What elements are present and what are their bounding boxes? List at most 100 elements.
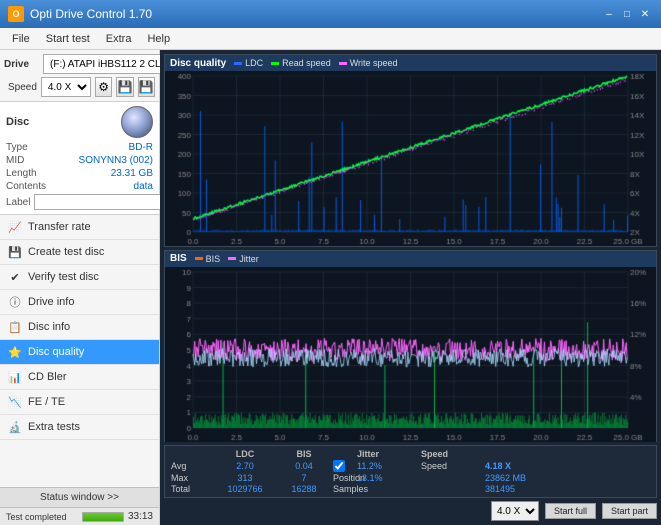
- stats-max-bis: 7: [279, 473, 329, 483]
- nav-verify-test-disc[interactable]: ✔ Verify test disc: [0, 265, 159, 290]
- stats-max-ldc: 313: [215, 473, 275, 483]
- upper-chart-header: Disc quality LDC Read speed Write speed: [165, 55, 656, 71]
- stats-total-label: Total: [171, 484, 211, 494]
- nav-drive-info[interactable]: ⓘ Drive info: [0, 290, 159, 315]
- nav-cd-bler-label: CD Bler: [28, 371, 67, 383]
- drive-icon-btn2[interactable]: 💾: [116, 77, 133, 97]
- menu-extra[interactable]: Extra: [98, 31, 140, 47]
- stats-speed-header: Speed: [421, 449, 481, 459]
- nav-disc-info[interactable]: 📋 Disc info: [0, 315, 159, 340]
- speed-label: Speed: [8, 82, 37, 93]
- write-speed-legend-label: Write speed: [350, 58, 398, 68]
- nav-create-test-disc-label: Create test disc: [28, 246, 104, 258]
- stats-speed-label: Speed: [421, 461, 481, 471]
- app-title: Opti Drive Control 1.70: [30, 7, 152, 21]
- minimize-button[interactable]: –: [601, 6, 617, 22]
- left-panel: Drive (F:) ATAPI iHBS112 2 CL0K ▲ Speed …: [0, 50, 160, 525]
- titlebar: O Opti Drive Control 1.70 – □ ✕: [0, 0, 661, 28]
- nav-transfer-rate-label: Transfer rate: [28, 221, 91, 233]
- create-test-disc-icon: 💾: [8, 245, 22, 259]
- disc-info-icon: 📋: [8, 320, 22, 334]
- jitter-legend-dot: [228, 257, 236, 260]
- bis-legend: BIS: [195, 254, 221, 264]
- write-speed-legend-dot: [339, 62, 347, 65]
- lower-chart-header: BIS BIS Jitter: [165, 251, 656, 267]
- bis-legend-label: BIS: [206, 254, 221, 264]
- lower-chart-canvas: [165, 267, 656, 442]
- stats-samples-label: Samples: [333, 484, 353, 494]
- fe-te-icon: 📉: [8, 395, 22, 409]
- drive-icon-btn1[interactable]: ⚙: [95, 77, 112, 97]
- status-window-btn[interactable]: Status window >>: [0, 487, 159, 507]
- jitter-checkbox[interactable]: [333, 460, 345, 472]
- stats-avg-ldc: 2.70: [215, 461, 275, 471]
- status-bottom: Test completed 33:13: [0, 507, 159, 525]
- stats-section: LDC BIS Jitter Speed Avg 2.70 0.04 11.2%…: [164, 445, 657, 498]
- nav-disc-quality[interactable]: ⭐ Disc quality: [0, 340, 159, 365]
- read-speed-legend: Read speed: [271, 58, 331, 68]
- menu-start-test[interactable]: Start test: [38, 31, 98, 47]
- disc-panel: Disc Type BD-R MID SONYNN3 (002) Length …: [0, 102, 159, 215]
- stats-avg-label: Avg: [171, 461, 211, 471]
- mid-key: MID: [6, 155, 24, 166]
- stats-speed-val: 4.18 X: [485, 461, 565, 471]
- progress-bar-outer: [82, 512, 124, 522]
- menubar: File Start test Extra Help: [0, 28, 661, 50]
- app-icon: O: [8, 6, 24, 22]
- nav-extra-tests-label: Extra tests: [28, 421, 80, 433]
- main-area: Drive (F:) ATAPI iHBS112 2 CL0K ▲ Speed …: [0, 50, 661, 525]
- upper-chart-content: [165, 71, 656, 246]
- drive-section: Drive (F:) ATAPI iHBS112 2 CL0K ▲ Speed …: [0, 50, 159, 102]
- drive-save-btn[interactable]: 💾: [138, 77, 155, 97]
- speed-select-bottom[interactable]: 4.0 X: [491, 501, 539, 521]
- disc-quality-chart-title: Disc quality: [170, 58, 226, 69]
- maximize-button[interactable]: □: [619, 6, 635, 22]
- stats-avg-bis: 0.04: [279, 461, 329, 471]
- nav-disc-info-label: Disc info: [28, 321, 70, 333]
- cd-bler-icon: 📊: [8, 370, 22, 384]
- contents-key: Contents: [6, 181, 46, 192]
- lower-chart: BIS BIS Jitter: [164, 250, 657, 443]
- ldc-legend: LDC: [234, 58, 263, 68]
- menu-file[interactable]: File: [4, 31, 38, 47]
- drive-label: Drive: [4, 59, 39, 70]
- nav-drive-info-label: Drive info: [28, 296, 74, 308]
- stats-total-ldc: 1029766: [215, 484, 275, 494]
- close-button[interactable]: ✕: [637, 6, 653, 22]
- upper-chart: Disc quality LDC Read speed Write speed: [164, 54, 657, 247]
- read-speed-legend-dot: [271, 62, 279, 65]
- menu-help[interactable]: Help: [139, 31, 178, 47]
- stats-total-bis: 16288: [279, 484, 329, 494]
- nav-cd-bler[interactable]: 📊 CD Bler: [0, 365, 159, 390]
- drive-info-icon: ⓘ: [8, 295, 22, 309]
- nav-create-test-disc[interactable]: 💾 Create test disc: [0, 240, 159, 265]
- jitter-legend: Jitter: [228, 254, 259, 264]
- start-full-button[interactable]: Start full: [545, 503, 596, 519]
- type-key: Type: [6, 142, 28, 153]
- length-val: 23.31 GB: [111, 168, 153, 179]
- extra-tests-icon: 🔬: [8, 420, 22, 434]
- bottom-buttons-row: 4.0 X Start full Start part: [164, 501, 657, 521]
- write-speed-legend: Write speed: [339, 58, 398, 68]
- mid-val: SONYNN3 (002): [79, 155, 153, 166]
- ldc-legend-dot: [234, 62, 242, 65]
- upper-chart-canvas: [165, 71, 656, 246]
- speed-select[interactable]: 4.0 X: [41, 77, 91, 97]
- label-input[interactable]: [34, 194, 170, 210]
- nav-items: 📈 Transfer rate 💾 Create test disc ✔ Ver…: [0, 215, 159, 487]
- start-part-button[interactable]: Start part: [602, 503, 657, 519]
- ldc-legend-label: LDC: [245, 58, 263, 68]
- nav-fe-te[interactable]: 📉 FE / TE: [0, 390, 159, 415]
- stats-max-jitter: 13.1%: [357, 473, 417, 483]
- jitter-legend-label: Jitter: [239, 254, 259, 264]
- read-speed-legend-label: Read speed: [282, 58, 331, 68]
- nav-disc-quality-label: Disc quality: [28, 346, 84, 358]
- nav-transfer-rate[interactable]: 📈 Transfer rate: [0, 215, 159, 240]
- lower-chart-content: [165, 267, 656, 442]
- bis-legend-dot: [195, 257, 203, 260]
- contents-val: data: [134, 181, 153, 192]
- nav-extra-tests[interactable]: 🔬 Extra tests: [0, 415, 159, 440]
- status-time: 33:13: [128, 511, 153, 522]
- stats-avg-jitter: 11.2%: [357, 461, 417, 471]
- stats-jitter-header: Jitter: [357, 449, 417, 459]
